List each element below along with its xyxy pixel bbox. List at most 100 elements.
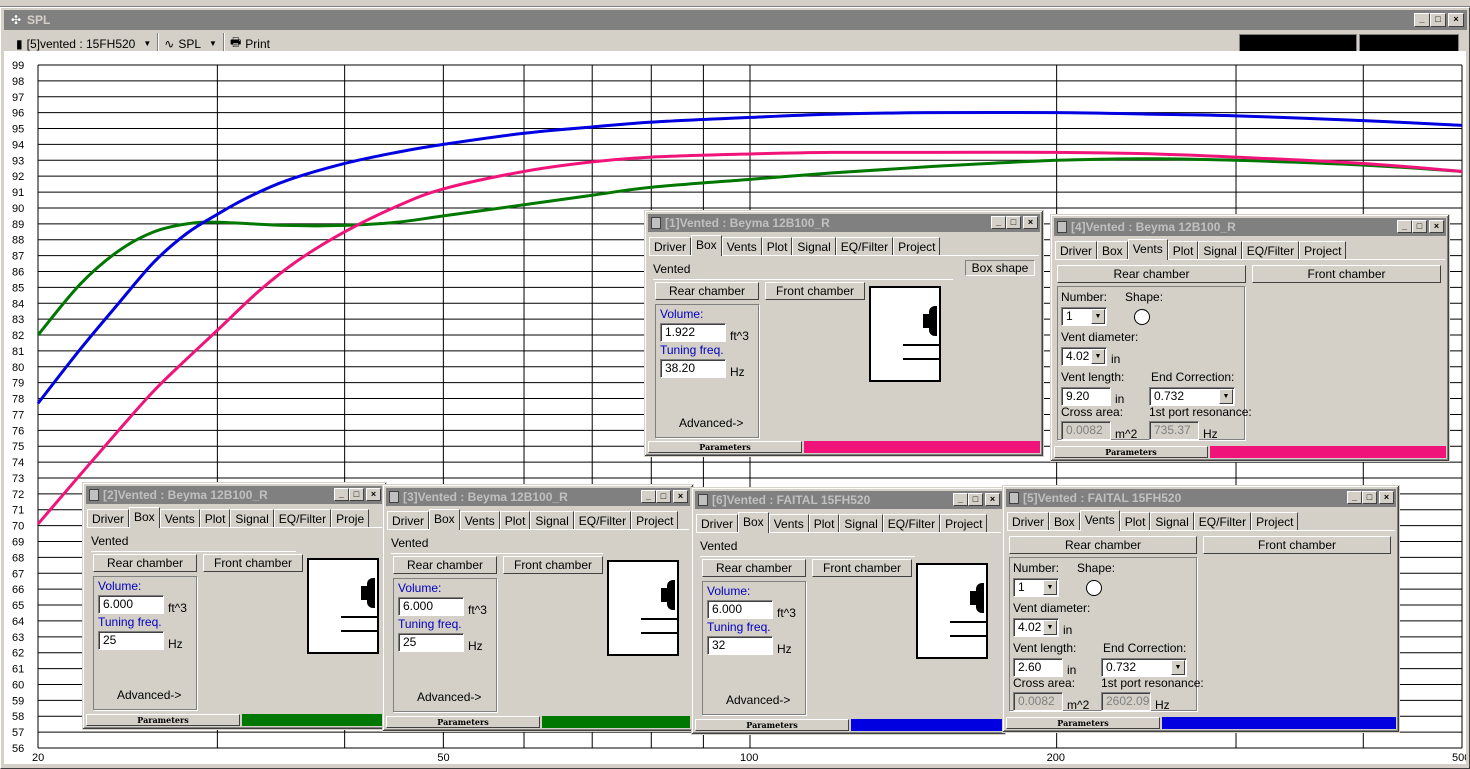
close-button[interactable]: × (1448, 13, 1464, 27)
end-correction-select[interactable]: 0.732 ▼ (1149, 387, 1235, 406)
tab-signal[interactable]: Signal (1150, 512, 1194, 531)
tab-project[interactable]: Project (940, 514, 988, 533)
tab-plot[interactable]: Plot (499, 511, 531, 530)
rear-chamber-button[interactable]: Rear chamber (702, 559, 806, 577)
front-chamber-button[interactable]: Front chamber (503, 556, 603, 574)
tab-plot[interactable]: Plot (761, 237, 793, 256)
rear-chamber-button[interactable]: Rear chamber (1057, 265, 1246, 283)
tab-project[interactable]: Project (631, 511, 679, 530)
vent-diameter-select[interactable]: 4.02 ▼ (1061, 347, 1107, 366)
volume-input[interactable]: 6.000 (98, 595, 164, 614)
volume-input[interactable]: 1.922 (660, 323, 726, 342)
tab-box[interactable]: Box (738, 512, 769, 533)
tab-eqfilter[interactable]: EQ/Filter (573, 511, 632, 530)
tab-driver[interactable]: Driver (1055, 241, 1097, 260)
number-select[interactable]: 1 ▼ (1061, 307, 1107, 326)
tab-vents[interactable]: Vents (721, 237, 762, 256)
tab-eqfilter[interactable]: EQ/Filter (273, 509, 332, 528)
tab-eqfilter[interactable]: EQ/Filter (835, 237, 894, 256)
parameters-tab[interactable]: Parameters (86, 714, 240, 726)
tab-box[interactable]: Box (1097, 241, 1128, 260)
advanced-link[interactable]: Advanced-> (417, 690, 481, 704)
maximize-button[interactable]: □ (1006, 216, 1021, 229)
minimize-button[interactable]: _ (953, 493, 968, 506)
front-chamber-button[interactable]: Front chamber (812, 559, 912, 577)
chevron-down-icon[interactable]: ▼ (1219, 389, 1233, 404)
tab-vents[interactable]: Vents (159, 509, 200, 528)
maximize-button[interactable]: □ (968, 493, 983, 506)
driver-window-titlebar[interactable]: [1]Vented : Beyma 12B100_R _ □ × (648, 214, 1040, 232)
tuning-input[interactable]: 25 (398, 633, 464, 652)
close-button[interactable]: × (1429, 220, 1444, 233)
tuning-input[interactable]: 32 (707, 636, 773, 655)
vent-diameter-select[interactable]: 4.02 ▼ (1013, 618, 1059, 637)
maximize-button[interactable]: □ (1412, 220, 1427, 233)
tab-eqfilter[interactable]: EQ/Filter (1241, 241, 1300, 260)
front-chamber-button[interactable]: Front chamber (765, 282, 865, 300)
close-button[interactable]: × (1379, 491, 1394, 504)
tab-vents[interactable]: Vents (768, 514, 809, 533)
minimize-button[interactable]: _ (1414, 13, 1430, 27)
driver-window-titlebar[interactable]: [4]Vented : Beyma 12B100_R _ □ × (1054, 218, 1446, 236)
rear-chamber-button[interactable]: Rear chamber (1009, 536, 1197, 554)
tab-signal[interactable]: Signal (1198, 241, 1242, 260)
tab-eqfilter[interactable]: EQ/Filter (1193, 512, 1252, 531)
minimize-button[interactable]: _ (1397, 220, 1412, 233)
tab-signal[interactable]: Signal (530, 511, 574, 530)
volume-input[interactable]: 6.000 (707, 600, 773, 619)
driver-window-titlebar[interactable]: [3]Vented : Beyma 12B100_R _ □ × (386, 488, 690, 506)
chevron-down-icon[interactable]: ▼ (1043, 580, 1057, 595)
tab-plot[interactable]: Plot (808, 514, 840, 533)
driver-window-titlebar[interactable]: [2]Vented : Beyma 12B100_R _ □ × (86, 486, 383, 504)
parameters-tab[interactable]: Parameters (695, 719, 849, 731)
tab-box[interactable]: Box (129, 507, 160, 528)
tab-vents[interactable]: Vents (1079, 510, 1120, 531)
close-button[interactable]: × (673, 490, 688, 503)
parameters-tab[interactable]: Parameters (1006, 717, 1160, 729)
tab-eqfilter[interactable]: EQ/Filter (882, 514, 941, 533)
tab-plot[interactable]: Plot (1167, 241, 1199, 260)
tab-signal[interactable]: Signal (792, 237, 836, 256)
tab-vents[interactable]: Vents (1127, 239, 1168, 260)
chevron-down-icon[interactable]: ▼ (1091, 349, 1105, 364)
round-shape-icon[interactable] (1134, 309, 1150, 325)
tab-box[interactable]: Box (1049, 512, 1080, 531)
vent-length-input[interactable]: 9.20 (1061, 387, 1111, 406)
tab-plot[interactable]: Plot (199, 509, 231, 528)
tab-project[interactable]: Project (893, 237, 941, 256)
chevron-down-icon[interactable]: ▼ (1171, 660, 1185, 675)
tab-driver[interactable]: Driver (649, 237, 691, 256)
number-select[interactable]: 1 ▼ (1013, 578, 1059, 597)
minimize-button[interactable]: _ (1347, 491, 1362, 504)
maximize-button[interactable]: □ (1362, 491, 1377, 504)
driver-window-titlebar[interactable]: [5]Vented : FAITAL 15FH520 _ □ × (1006, 489, 1396, 507)
maximize-button[interactable]: □ (349, 488, 364, 501)
maximize-button[interactable]: □ (1430, 13, 1446, 27)
tuning-input[interactable]: 38.20 (660, 359, 726, 378)
maximize-button[interactable]: □ (656, 490, 671, 503)
minimize-button[interactable]: _ (991, 216, 1006, 229)
box-shape-button[interactable]: Box shape (965, 260, 1035, 276)
minimize-button[interactable]: _ (641, 490, 656, 503)
tab-plot[interactable]: Plot (1119, 512, 1151, 531)
driver-window-titlebar[interactable]: [6]Vented : FAITAL 15FH520 _ □ × (695, 491, 1002, 509)
tab-box[interactable]: Box (691, 235, 722, 256)
advanced-link[interactable]: Advanced-> (117, 688, 181, 702)
tab-driver[interactable]: Driver (87, 509, 129, 528)
close-button[interactable]: × (366, 488, 381, 501)
close-button[interactable]: × (985, 493, 1000, 506)
chevron-down-icon[interactable]: ▼ (1043, 620, 1057, 635)
tab-box[interactable]: Box (429, 509, 460, 530)
rear-chamber-button[interactable]: Rear chamber (93, 554, 197, 572)
rear-chamber-button[interactable]: Rear chamber (655, 282, 759, 300)
tab-project[interactable]: Project (1299, 241, 1347, 260)
front-chamber-button[interactable]: Front chamber (203, 554, 303, 572)
chevron-down-icon[interactable]: ▼ (1091, 309, 1105, 324)
tab-driver[interactable]: Driver (696, 514, 738, 533)
advanced-link[interactable]: Advanced-> (679, 416, 743, 430)
tab-driver[interactable]: Driver (387, 511, 429, 530)
tab-proje[interactable]: Proje (331, 509, 370, 528)
tab-signal[interactable]: Signal (230, 509, 274, 528)
round-shape-icon[interactable] (1086, 580, 1102, 596)
volume-input[interactable]: 6.000 (398, 597, 464, 616)
